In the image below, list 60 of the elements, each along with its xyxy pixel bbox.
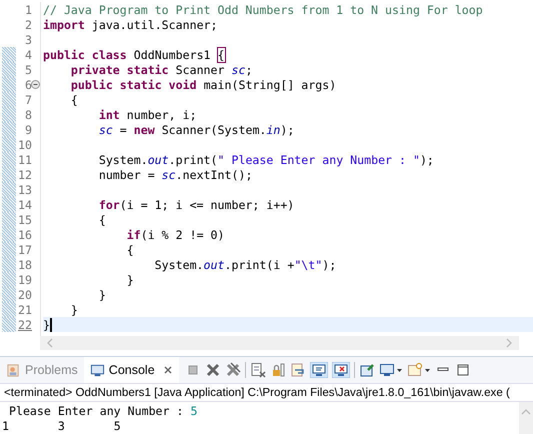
line-number: 19 (17, 272, 32, 286)
display-console-icon[interactable] (378, 362, 403, 378)
line-number: 20 (17, 288, 32, 302)
view-tab[interactable]: Console (84, 357, 179, 383)
line-number: 12 (17, 168, 32, 182)
console-header: <terminated> OddNumbers1 [Java Application] C:\Program Files\Java\jre1.8.0_161\bin\javaw.exe ( (0, 384, 533, 402)
vertical-scrollbar[interactable] (519, 402, 533, 434)
line-number: 14 (17, 198, 32, 212)
maximize-icon[interactable] (454, 362, 471, 378)
remove-icon[interactable] (204, 362, 221, 378)
show-console-on-error-icon[interactable] (332, 362, 350, 378)
code-line: private static Scanner sc; (70, 62, 252, 76)
code-line: public static void main(String[] args) (70, 78, 336, 92)
line-number: 21 (17, 302, 32, 316)
text-cursor (50, 318, 52, 332)
line-number: 17 (17, 242, 32, 256)
line-number: 11 (17, 152, 32, 166)
code-line: import java.util.Scanner; (43, 18, 218, 32)
code-line: public class OddNumbers1 { (43, 48, 225, 62)
code-line: for(i = 1; i <= number; i++) (98, 198, 294, 212)
line-number: 16 (17, 228, 32, 242)
code-line: } (70, 302, 78, 316)
line-number: 15 (17, 212, 32, 226)
code-line: { (98, 212, 106, 226)
line-number: 7 (24, 92, 32, 106)
code-line: int number, i; (98, 108, 197, 122)
line-number: 4 (24, 48, 32, 62)
code-line: number = sc.nextInt(); (98, 168, 252, 182)
line-number: 10 (17, 138, 32, 152)
line-number: 2 (24, 18, 32, 32)
code-line: { (126, 242, 134, 256)
code-line: System.out.print(" Please Enter any Number : "); (98, 152, 434, 166)
line-number: 8 (24, 108, 32, 122)
line-number: 5 (24, 62, 32, 76)
code-line: } (98, 288, 106, 302)
code-line: // Java Program to Print Odd Numbers from 1 to N using For loop (43, 2, 483, 16)
console-output-line: Please Enter any Number : 5 (8, 404, 198, 419)
code-line: sc = new Scanner(System.in); (98, 122, 294, 136)
pin-icon[interactable] (358, 362, 375, 378)
problems-icon (6, 362, 21, 378)
line-number: 3 (24, 32, 32, 46)
word-wrap-icon[interactable] (290, 362, 306, 378)
monitor-icon (90, 362, 105, 378)
line-number: 22 (17, 318, 32, 332)
line-number: 1 (24, 2, 32, 16)
code-line: if(i % 2 != 0) (126, 228, 224, 242)
console-output-line: 1 3 5 (2, 419, 122, 434)
line-number: 13 (17, 182, 32, 196)
code-line: System.out.print(i +"\t"); (154, 258, 336, 272)
line-number: 9 (24, 122, 32, 136)
fold-icon[interactable] (31, 80, 40, 89)
code-line: } (126, 272, 134, 286)
code-line: } (43, 318, 50, 332)
close-icon[interactable] (162, 365, 173, 375)
clear-console-icon[interactable] (250, 362, 266, 378)
code-line: { (70, 92, 78, 106)
remove-all-icon[interactable] (224, 362, 241, 378)
line-number: 18 (17, 258, 32, 272)
line-number: 6 (24, 78, 32, 92)
show-console-on-output-icon[interactable] (310, 362, 328, 378)
